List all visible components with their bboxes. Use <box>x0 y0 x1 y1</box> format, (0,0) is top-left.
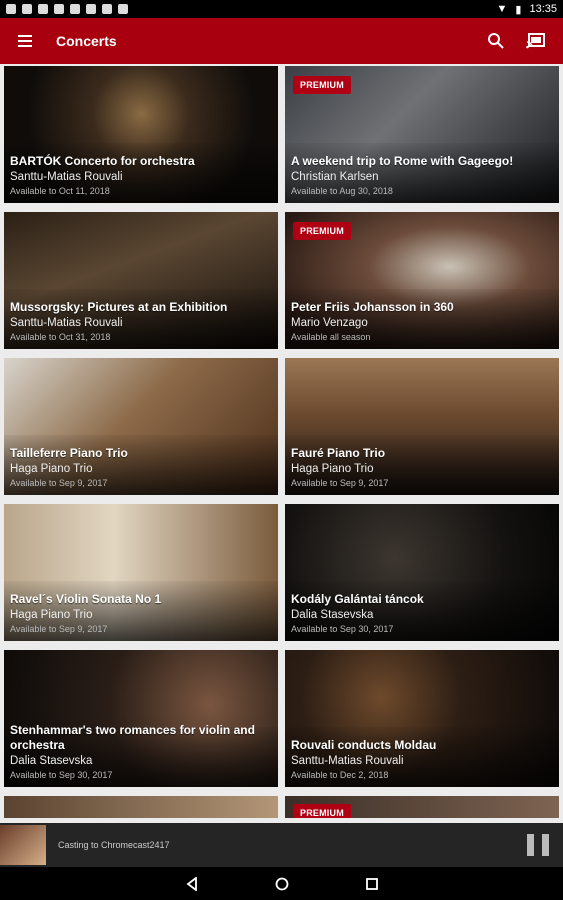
page-title: Concerts <box>56 33 117 49</box>
recents-icon[interactable] <box>362 874 382 894</box>
card-availability: Available to Oct 31, 2018 <box>10 332 111 342</box>
concert-card[interactable]: Tailleferre Piano Trio Haga Piano Trio A… <box>4 358 278 495</box>
status-bar: ▼ ▮ 13:35 <box>0 0 563 18</box>
card-subtitle: Santtu-Matias Rouvali <box>10 171 123 183</box>
card-subtitle: Santtu-Matias Rouvali <box>291 755 404 767</box>
card-availability: Available to Aug 30, 2018 <box>291 186 393 196</box>
card-subtitle: Dalia Stasevska <box>10 755 93 767</box>
cast-icon[interactable] <box>525 30 547 52</box>
home-icon[interactable] <box>272 874 292 894</box>
globe-icon <box>118 4 128 14</box>
card-availability: Available to Oct 11, 2018 <box>10 186 110 196</box>
card-title: Rouvali conducts Moldau <box>291 738 437 752</box>
card-title: Kodály Galántai táncok <box>291 592 424 606</box>
card-title: Mussorgsky: Pictures at an Exhibition <box>10 300 228 314</box>
card-subtitle: Santtu-Matias Rouvali <box>10 317 123 329</box>
cast-mini-controller[interactable]: Casting to Chromecast2417 <box>0 823 563 867</box>
search-icon[interactable] <box>485 30 507 52</box>
concert-card[interactable]: Rouvali conducts Moldau Santtu-Matias Ro… <box>285 650 559 787</box>
card-availability: Available to Sep 9, 2017 <box>291 478 389 488</box>
card-title: A weekend trip to Rome with Gageego! <box>291 154 514 168</box>
wrench-icon <box>38 4 48 14</box>
card-title: Tailleferre Piano Trio <box>10 446 128 460</box>
cast-notification-icon <box>70 4 80 14</box>
card-availability: Available to Sep 9, 2017 <box>10 478 108 488</box>
concert-card[interactable]: Mussorgsky: Pictures at an Exhibition Sa… <box>4 212 278 349</box>
system-nav-bar <box>0 867 563 900</box>
card-availability: Available to Dec 2, 2018 <box>291 770 389 780</box>
card-subtitle: Christian Karlsen <box>291 171 379 183</box>
cast-status-text: Casting to Chromecast2417 <box>58 840 170 850</box>
card-availability: Available to Sep 9, 2017 <box>10 624 108 634</box>
card-subtitle: Haga Piano Trio <box>291 463 374 475</box>
card-title: Peter Friis Johansson in 360 <box>291 300 454 314</box>
wifi-icon: ▼ <box>496 3 508 15</box>
battery-icon: ▮ <box>515 3 522 16</box>
card-title: Fauré Piano Trio <box>291 446 386 460</box>
card-subtitle: Dalia Stasevska <box>291 609 374 621</box>
pause-icon[interactable] <box>527 834 549 856</box>
card-title: Stenhammar's two romances for violin and… <box>10 723 255 752</box>
concert-card[interactable] <box>4 796 278 818</box>
card-subtitle: Haga Piano Trio <box>10 609 93 621</box>
back-icon[interactable] <box>182 874 202 894</box>
card-availability: Available all season <box>291 332 371 342</box>
premium-badge: PREMIUM <box>293 76 351 94</box>
alarm-icon <box>22 4 32 14</box>
card-title: Ravel´s Violin Sonata No 1 <box>10 592 162 606</box>
status-time: 13:35 <box>529 3 557 15</box>
concert-card[interactable]: Fauré Piano Trio Haga Piano Trio Availab… <box>285 358 559 495</box>
notification-icon <box>6 4 16 14</box>
concert-card[interactable]: Kodály Galántai táncok Dalia Stasevska A… <box>285 504 559 641</box>
card-availability: Available to Sep 30, 2017 <box>10 770 113 780</box>
cast-thumbnail <box>0 825 46 865</box>
card-availability: Available to Sep 30, 2017 <box>291 624 394 634</box>
card-subtitle: Haga Piano Trio <box>10 463 93 475</box>
concert-grid: BARTÓK Concerto for orchestra Santtu-Mat… <box>4 66 559 818</box>
concert-card[interactable]: BARTÓK Concerto for orchestra Santtu-Mat… <box>4 66 278 203</box>
premium-badge: PREMIUM <box>293 222 351 240</box>
card-title: BARTÓK Concerto for orchestra <box>10 154 195 168</box>
app-bar: Concerts <box>0 18 563 64</box>
concert-card[interactable]: Ravel´s Violin Sonata No 1 Haga Piano Tr… <box>4 504 278 641</box>
concert-card[interactable]: PREMIUM Peter Friis Johansson in 360 Mar… <box>285 212 559 349</box>
card-subtitle: Mario Venzago <box>291 317 368 329</box>
concert-card[interactable]: PREMIUM A weekend trip to Rome with Gage… <box>285 66 559 203</box>
premium-badge: PREMIUM <box>293 804 351 818</box>
menu-icon[interactable] <box>18 29 42 53</box>
dropbox-icon <box>86 4 96 14</box>
screenshot-icon <box>54 4 64 14</box>
notification-icons <box>6 4 128 14</box>
download-icon <box>102 4 112 14</box>
concert-card[interactable]: Stenhammar's two romances for violin and… <box>4 650 278 787</box>
concert-card[interactable]: PREMIUM <box>285 796 559 818</box>
